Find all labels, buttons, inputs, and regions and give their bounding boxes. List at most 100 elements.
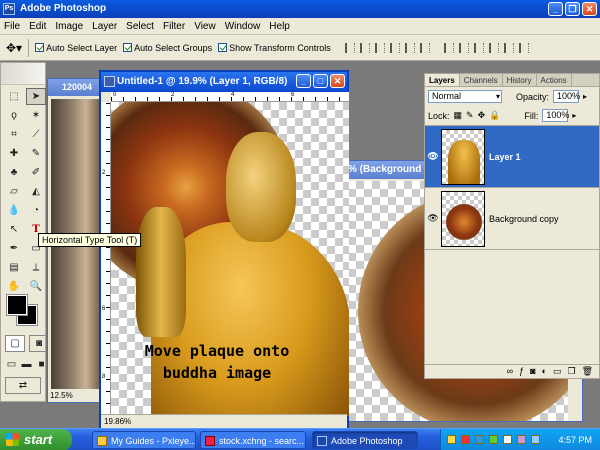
ruler-horizontal[interactable]: 0 2 4 6: [111, 92, 349, 102]
tray-icon[interactable]: [503, 435, 512, 444]
menu-file[interactable]: File: [4, 21, 20, 32]
slice-tool-icon[interactable]: ⟋: [26, 126, 46, 143]
menu-view[interactable]: View: [194, 21, 216, 32]
distribute-vcenter-icon[interactable]: [458, 42, 469, 53]
align-hcenter-icon[interactable]: [404, 42, 415, 53]
align-top-icon[interactable]: [344, 42, 355, 53]
move-tool-preset-icon[interactable]: ✥▾: [6, 41, 22, 55]
menu-window[interactable]: Window: [225, 21, 261, 32]
fill-field[interactable]: 100%: [542, 109, 569, 122]
tab-channels[interactable]: Channels: [460, 74, 503, 86]
document-title-bar[interactable]: 120004: [48, 79, 102, 96]
jump-to-imageready-icon[interactable]: ⇄: [5, 377, 41, 394]
clock[interactable]: 4:57 PM: [558, 435, 592, 445]
tray-icon[interactable]: [475, 435, 484, 444]
minimize-icon[interactable]: _: [296, 74, 311, 88]
close-icon[interactable]: ✕: [330, 74, 345, 88]
tray-icon[interactable]: [447, 435, 456, 444]
opacity-field[interactable]: 100%: [553, 90, 580, 103]
document-title-bar[interactable]: Untitled-1 @ 19.9% (Layer 1, RGB/8) _ □ …: [101, 72, 347, 92]
menu-select[interactable]: Select: [126, 21, 154, 32]
ruler-vertical[interactable]: 2 4 6 8: [101, 102, 111, 416]
show-transform-controls-checkbox[interactable]: [218, 43, 228, 52]
align-left-icon[interactable]: [389, 42, 400, 53]
start-button[interactable]: start: [0, 429, 72, 450]
clone-stamp-tool-icon[interactable]: ♣: [4, 164, 24, 181]
brush-tool-icon[interactable]: ✎: [26, 145, 46, 162]
tab-actions[interactable]: Actions: [537, 74, 572, 86]
close-icon[interactable]: ✕: [582, 2, 597, 16]
taskbar-item-photoshop[interactable]: Adobe Photoshop: [312, 431, 418, 449]
notes-tool-icon[interactable]: ▤: [4, 259, 24, 276]
zoom-level[interactable]: 19.86%: [104, 417, 131, 426]
minimize-icon[interactable]: _: [548, 2, 563, 16]
taskbar-item-guides[interactable]: My Guides - Pxleye...: [92, 431, 196, 449]
blur-tool-icon[interactable]: 💧: [4, 202, 24, 219]
lock-image-icon[interactable]: ✎: [466, 110, 474, 121]
tab-layers[interactable]: Layers: [425, 74, 460, 86]
distribute-top-icon[interactable]: [443, 42, 454, 53]
healing-brush-tool-icon[interactable]: ✚: [4, 145, 24, 162]
auto-select-groups-checkbox[interactable]: [123, 43, 133, 52]
blend-mode-select[interactable]: Normal ▾: [428, 90, 502, 103]
app-title-bar[interactable]: Ps Adobe Photoshop _ ❐ ✕: [0, 0, 600, 18]
auto-select-groups-option[interactable]: Auto Select Groups: [123, 43, 212, 53]
quick-mask-icon[interactable]: ◙: [29, 335, 49, 352]
eyedropper-tool-icon[interactable]: ⟂: [26, 259, 46, 276]
magic-wand-tool-icon[interactable]: ✶: [26, 107, 46, 124]
new-layer-icon[interactable]: ❐: [567, 365, 575, 378]
lasso-tool-icon[interactable]: ϙ: [4, 107, 24, 124]
zoom-tool-icon[interactable]: 🔍: [26, 278, 46, 295]
link-layers-icon[interactable]: ∞: [507, 365, 513, 378]
hand-tool-icon[interactable]: ✋: [4, 278, 24, 295]
standard-screen-mode-icon[interactable]: ▭: [5, 356, 18, 373]
restore-icon[interactable]: ❐: [565, 2, 580, 16]
fill-slider-icon[interactable]: ▸: [572, 111, 576, 120]
opacity-slider-icon[interactable]: ▸: [583, 92, 587, 101]
layer-mask-icon[interactable]: ◙: [530, 365, 535, 378]
menu-filter[interactable]: Filter: [163, 21, 185, 32]
layer-row[interactable]: 👁 Background copy: [425, 188, 599, 250]
standard-mode-icon[interactable]: ▢: [5, 335, 25, 352]
menu-help[interactable]: Help: [269, 21, 290, 32]
eye-icon[interactable]: 👁: [425, 151, 441, 162]
align-bottom-icon[interactable]: [374, 42, 385, 53]
menu-image[interactable]: Image: [55, 21, 83, 32]
tray-icon[interactable]: [461, 435, 470, 444]
marquee-tool-icon[interactable]: ⬚: [4, 88, 24, 105]
full-screen-menu-mode-icon[interactable]: ▬: [20, 356, 33, 373]
pen-tool-icon[interactable]: ✒: [4, 240, 24, 257]
lock-all-icon[interactable]: 🔒: [489, 110, 500, 121]
auto-select-layer-checkbox[interactable]: [35, 43, 45, 52]
move-tool-icon[interactable]: ➤: [26, 88, 46, 105]
distribute-hcenter-icon[interactable]: [503, 42, 514, 53]
distribute-bottom-icon[interactable]: [473, 42, 484, 53]
lock-transparent-icon[interactable]: ▦: [454, 110, 463, 121]
show-transform-controls-option[interactable]: Show Transform Controls: [218, 43, 331, 53]
adjustment-layer-icon[interactable]: ◐: [542, 365, 547, 378]
new-group-icon[interactable]: ▭: [553, 365, 562, 378]
align-right-icon[interactable]: [419, 42, 430, 53]
foreground-color-swatch[interactable]: [6, 294, 28, 316]
delete-layer-icon[interactable]: 🗑: [582, 365, 593, 378]
document-canvas[interactable]: Move plaque onto buddha image: [111, 102, 349, 416]
menu-edit[interactable]: Edit: [29, 21, 46, 32]
taskbar-item-stock[interactable]: stock.xchng - searc...: [200, 431, 306, 449]
layer-style-icon[interactable]: ƒ: [519, 365, 524, 378]
crop-tool-icon[interactable]: ⌗: [4, 126, 24, 143]
eraser-tool-icon[interactable]: ▱: [4, 183, 24, 200]
path-selection-tool-icon[interactable]: ↖: [4, 221, 24, 238]
align-vcenter-icon[interactable]: [359, 42, 370, 53]
dodge-tool-icon[interactable]: ◔: [26, 202, 46, 219]
toolbox-header-feather-icon[interactable]: [1, 63, 45, 85]
lock-position-icon[interactable]: ✥: [478, 110, 486, 121]
maximize-icon[interactable]: □: [313, 74, 328, 88]
zoom-level[interactable]: 12.5%: [50, 391, 73, 400]
document-window-active[interactable]: Untitled-1 @ 19.9% (Layer 1, RGB/8) _ □ …: [99, 70, 349, 430]
volume-icon[interactable]: [531, 435, 540, 444]
layer-row[interactable]: 👁 Layer 1: [425, 126, 599, 188]
distribute-right-icon[interactable]: [518, 42, 529, 53]
history-brush-tool-icon[interactable]: ✐: [26, 164, 46, 181]
tab-history[interactable]: History: [503, 74, 537, 86]
eye-icon[interactable]: 👁: [425, 213, 441, 224]
